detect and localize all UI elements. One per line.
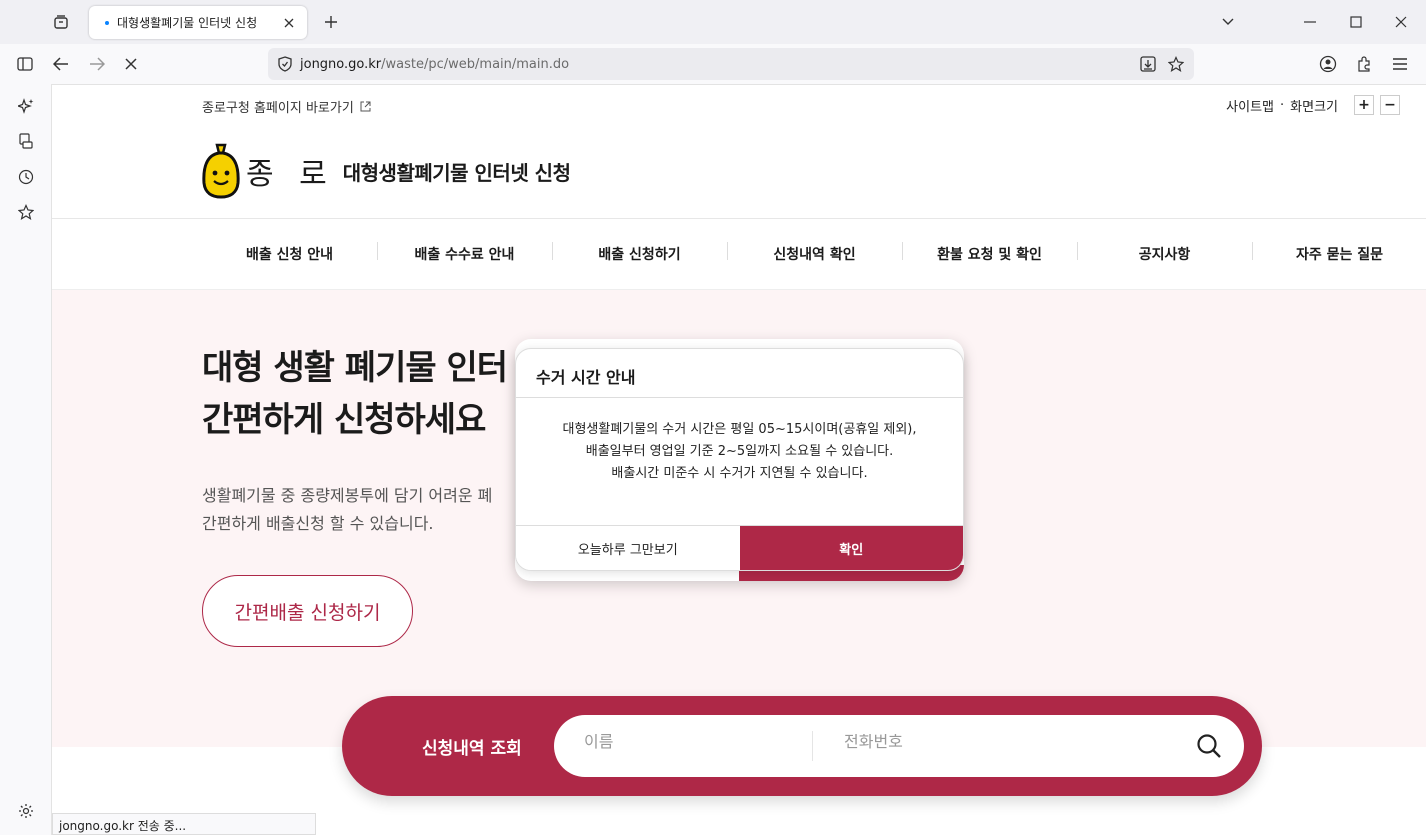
settings-gear-icon[interactable] xyxy=(15,800,37,822)
modal-line-3: 배출시간 미준수 시 수거가 지연될 수 있습니다. xyxy=(611,466,868,481)
url-path: /waste/pc/web/main/main.do xyxy=(381,56,570,72)
tab-list-chevron-icon[interactable] xyxy=(1216,10,1240,34)
minimize-icon[interactable] xyxy=(1298,10,1322,34)
maximize-icon[interactable] xyxy=(1344,10,1368,34)
zoom-in-button[interactable]: + xyxy=(1354,95,1374,115)
account-icon[interactable] xyxy=(1317,53,1339,75)
modal-footer: 오늘하루 그만보기 확인 xyxy=(516,525,963,570)
site-title: 대형생활폐기물 인터넷 신청 xyxy=(342,160,571,185)
forward-icon[interactable] xyxy=(86,53,108,75)
browser-navbar: jongno.go.kr/waste/pc/web/main/main.do xyxy=(0,44,1426,84)
tab-loading-icon xyxy=(105,20,109,25)
bookmark-star-icon[interactable] xyxy=(1168,56,1184,72)
modal-title: 수거 시간 안내 xyxy=(536,368,636,387)
nav-item-apply[interactable]: 배출 신청하기 xyxy=(552,242,727,264)
phone-input[interactable] xyxy=(844,734,1144,752)
hero-description: 생활폐기물 중 종량제봉투에 담기 어려운 폐 간편하게 배출신청 할 수 있습… xyxy=(202,486,493,533)
tab-overview-icon[interactable] xyxy=(50,11,72,33)
url-domain: jongno.go.kr xyxy=(300,56,382,72)
address-bar[interactable]: jongno.go.kr/waste/pc/web/main/main.do xyxy=(268,48,1194,80)
modal-line-2: 배출일부터 영업일 기준 2~5일까지 소요될 수 있습니다. xyxy=(585,444,894,459)
collection-time-modal: 수거 시간 안내 대형생활폐기물의 수거 시간은 평일 05~15시이며(공휴일… xyxy=(515,348,964,571)
nav-item-history[interactable]: 신청내역 확인 xyxy=(727,242,902,264)
extensions-icon[interactable] xyxy=(1353,53,1375,75)
name-input[interactable] xyxy=(584,734,784,752)
browser-tab-active[interactable]: 대형생활폐기물 인터넷 신청 xyxy=(89,6,307,39)
nav-item-fee-guide[interactable]: 배출 수수료 안내 xyxy=(377,242,552,264)
hide-today-button[interactable]: 오늘하루 그만보기 xyxy=(516,526,740,570)
browser-titlebar: 대형생활폐기물 인터넷 신청 xyxy=(0,0,1426,44)
utility-right: 사이트맵 · 화면크기 + − xyxy=(1226,95,1400,115)
close-window-icon[interactable] xyxy=(1389,10,1413,34)
tab-close-icon[interactable] xyxy=(281,15,297,31)
search-separator xyxy=(812,731,813,761)
mascot-trash-bag-icon xyxy=(202,143,240,199)
nav-item-refund[interactable]: 환불 요청 및 확인 xyxy=(902,242,1077,264)
search-label: 신청내역 조회 xyxy=(422,739,522,759)
sidebar-toggle-icon[interactable] xyxy=(14,53,36,75)
back-icon[interactable] xyxy=(50,53,72,75)
synced-tabs-icon[interactable] xyxy=(15,130,37,152)
confirm-button[interactable]: 확인 xyxy=(739,526,963,570)
sitemap-link[interactable]: 사이트맵 xyxy=(1226,96,1274,115)
hero-title: 대형 생활 폐기물 인터 간편하게 신청하세요 xyxy=(202,348,508,440)
homepage-link-label: 종로구청 홈페이지 바로가기 xyxy=(202,101,354,116)
zoom-out-button[interactable]: − xyxy=(1380,95,1400,115)
nav-item-faq[interactable]: 자주 묻는 질문 xyxy=(1252,242,1426,264)
web-page: 종로구청 홈페이지 바로가기 사이트맵 · 화면크기 + − 종 로 대형생활폐… xyxy=(51,84,1426,835)
ai-sparkle-icon[interactable] xyxy=(15,95,37,117)
search-box xyxy=(554,715,1244,777)
history-search-bar: 신청내역 조회 xyxy=(342,696,1262,796)
homepage-link[interactable]: 종로구청 홈페이지 바로가기 xyxy=(202,97,371,116)
search-icon[interactable] xyxy=(1194,731,1224,761)
modal-line-1: 대형생활폐기물의 수거 시간은 평일 05~15시이며(공휴일 제외), xyxy=(562,422,917,437)
menu-hamburger-icon[interactable] xyxy=(1389,53,1411,75)
history-clock-icon[interactable] xyxy=(15,166,37,188)
nav-item-notice[interactable]: 공지사항 xyxy=(1077,242,1252,264)
zoom-label: 화면크기 xyxy=(1290,99,1338,115)
quick-apply-button[interactable]: 간편배출 신청하기 xyxy=(202,575,413,647)
tab-title: 대형생활폐기물 인터넷 신청 xyxy=(117,16,258,30)
site-info-shield-icon[interactable] xyxy=(278,56,292,72)
site-logo[interactable]: 종 로 대형생활폐기물 인터넷 신청 xyxy=(202,143,571,199)
modal-body: 대형생활폐기물의 수거 시간은 평일 05~15시이며(공휴일 제외), 배출일… xyxy=(516,419,963,485)
stop-loading-icon[interactable] xyxy=(120,53,142,75)
new-tab-icon[interactable] xyxy=(321,12,341,32)
download-page-icon[interactable] xyxy=(1140,56,1156,72)
browser-sidebar xyxy=(0,84,51,835)
separator-dot: · xyxy=(1280,97,1285,113)
logo-wordmark: 종 로 xyxy=(246,157,335,192)
modal-divider xyxy=(516,397,963,398)
nav-item-discharge-guide[interactable]: 배출 신청 안내 xyxy=(202,244,377,264)
status-bar: jongno.go.kr 전송 중... xyxy=(52,813,316,835)
main-navigation: 배출 신청 안내 배출 수수료 안내 배출 신청하기 신청내역 확인 환불 요청… xyxy=(202,219,1426,289)
external-link-icon xyxy=(360,101,371,112)
bookmarks-star-icon[interactable] xyxy=(15,201,37,223)
